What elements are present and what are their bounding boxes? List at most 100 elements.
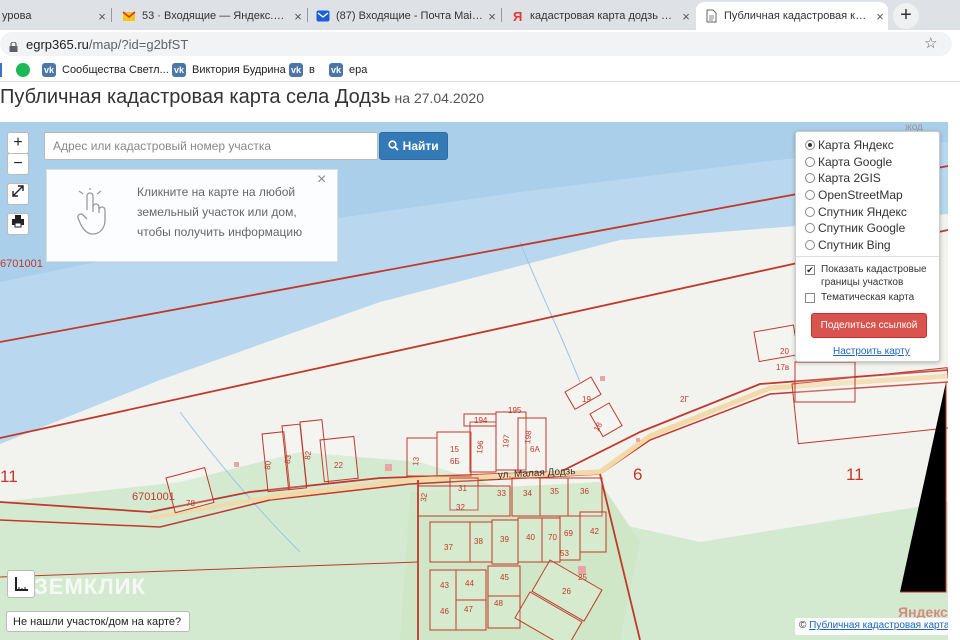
- tab-3-close-icon[interactable]: ×: [484, 9, 500, 24]
- search-input[interactable]: Адрес или кадастровый номер участка: [44, 132, 378, 160]
- radio-selected[interactable]: [805, 140, 815, 150]
- parcel-label: 2Г: [680, 395, 689, 404]
- parcel-label: 31: [458, 484, 467, 493]
- tab-2[interactable]: 53 · Входящие — Яндекс.Почта ×: [114, 2, 306, 30]
- layer-option[interactable]: OpenStreetMap: [805, 187, 903, 203]
- not-found-button[interactable]: Не нашли участок/дом на карте?: [6, 611, 190, 632]
- parcel-label: 46: [440, 607, 449, 616]
- checkbox-checked[interactable]: ✔: [805, 265, 815, 275]
- radio[interactable]: [805, 157, 815, 167]
- print-button[interactable]: [7, 213, 29, 235]
- layer-option[interactable]: Карта 2GIS: [805, 170, 881, 186]
- cadastral-map[interactable]: 6701001 6701001 11 6 11 80 83 82 22 13 1…: [0, 122, 948, 640]
- parcel-label: 39: [500, 535, 509, 544]
- url-path: /map/?id=g2bfST: [88, 37, 189, 52]
- bookmark-4[interactable]: vk в: [289, 63, 315, 77]
- tab-3[interactable]: (87) Входящие - Почта Mail.ru ×: [308, 2, 500, 30]
- page-title: Публичная кадастровая карта села Додзь на…: [0, 86, 484, 109]
- parcel-label: 195: [508, 406, 522, 415]
- parcel-label: 37: [444, 543, 453, 552]
- bookmark-3[interactable]: vk Виктория Будрина: [172, 63, 286, 77]
- panel-divider: [796, 256, 939, 257]
- parcel-label: 6А: [530, 445, 540, 454]
- layer-option[interactable]: Спутник Bing: [805, 237, 891, 253]
- vk-icon: vk: [329, 63, 343, 77]
- ruler-icon: [15, 577, 28, 591]
- zoom-out-button[interactable]: −: [7, 153, 29, 175]
- bookmark-2[interactable]: vk Сообщества Светл...: [42, 63, 169, 77]
- bookmark-star-icon[interactable]: ☆: [924, 34, 937, 52]
- layer-option-label: Карта Google: [818, 155, 893, 169]
- radio[interactable]: [805, 173, 815, 183]
- yandex-mail-icon: [122, 9, 136, 23]
- configure-map-link[interactable]: Настроить карту: [833, 346, 910, 357]
- find-button[interactable]: Найти: [379, 132, 448, 160]
- tab-4-close-icon[interactable]: ×: [678, 9, 694, 24]
- url-text: egrp365.ru/map/?id=g2bfST: [26, 37, 188, 52]
- parcel-label: 15: [450, 445, 459, 454]
- radio[interactable]: [805, 190, 815, 200]
- quarter-label: 6701001: [132, 491, 175, 503]
- radio[interactable]: [805, 240, 815, 250]
- zoom-in-button[interactable]: +: [7, 132, 29, 154]
- find-button-label: Найти: [402, 139, 439, 153]
- bookmark-1[interactable]: [16, 63, 36, 77]
- page-title-text: Публичная кадастровая карта села Додзь: [0, 86, 391, 108]
- layer-option-label: Спутник Яндекс: [818, 205, 907, 219]
- bookmark-partial-icon: [0, 63, 2, 77]
- tab-5-active[interactable]: Публичная кадастровая карта ×: [696, 2, 888, 30]
- vk-icon: vk: [42, 63, 56, 77]
- parcel-label: 34: [523, 489, 532, 498]
- parcel-label: 40: [526, 533, 535, 542]
- layer-option-label: Карта 2GIS: [818, 171, 881, 185]
- map-layers-panel: Карта Яндекс Карта Google Карта 2GIS Ope…: [795, 131, 940, 362]
- layer-option-label: OpenStreetMap: [818, 188, 903, 202]
- share-link-button[interactable]: Поделиться ссылкой: [811, 313, 927, 338]
- bookmarks-bar: vk Сообщества Светл... vk Виктория Будрина…: [0, 58, 960, 82]
- printer-icon: [12, 215, 24, 228]
- layer-option[interactable]: Карта Google: [805, 154, 892, 170]
- tab-1-title: урова: [2, 10, 32, 22]
- parcel-label: 48: [494, 599, 503, 608]
- quarter-label: 11: [0, 467, 18, 486]
- parcel-label: 13: [411, 456, 421, 466]
- tab-4[interactable]: Я кадастровая карта додзь — Ян ×: [502, 2, 694, 30]
- layer-option[interactable]: Спутник Яндекс: [805, 204, 907, 220]
- show-borders-option[interactable]: ✔ Показать кадастровые границы участков: [805, 263, 933, 289]
- tab-5-close-icon[interactable]: ×: [872, 9, 888, 24]
- search-icon: [388, 140, 399, 151]
- expand-icon: [12, 185, 24, 197]
- omnibox[interactable]: egrp365.ru/map/?id=g2bfST ☆: [0, 32, 952, 56]
- tab-1-close-icon[interactable]: ×: [94, 9, 110, 24]
- hint-close-icon[interactable]: ×: [317, 171, 326, 189]
- show-borders-label: Показать кадастровые границы участков: [821, 264, 927, 288]
- page-date: на 27.04.2020: [394, 90, 485, 106]
- quarter-label: 11: [846, 465, 864, 484]
- checkbox[interactable]: [805, 293, 815, 303]
- layer-option[interactable]: Спутник Google: [805, 220, 905, 236]
- parcel-label: 53: [560, 549, 569, 558]
- fullscreen-button[interactable]: [7, 183, 29, 205]
- parcel-label: 80: [263, 460, 273, 470]
- parcel-label: 47: [464, 605, 473, 614]
- radio[interactable]: [805, 223, 815, 233]
- parcel-label: 6Б: [450, 457, 460, 466]
- radio[interactable]: [805, 207, 815, 217]
- tab-3-title: (87) Входящие - Почта Mail.ru: [336, 10, 484, 22]
- parcel-label: 83: [283, 454, 293, 464]
- ruler-tool-button[interactable]: [7, 570, 35, 598]
- hand-pointer-icon: [73, 188, 113, 243]
- layer-option[interactable]: Карта Яндекс: [805, 137, 894, 153]
- copyright: © Публичная кадастровая карта: [795, 618, 948, 635]
- thematic-map-option[interactable]: Тематическая карта: [805, 291, 914, 304]
- tab-2-close-icon[interactable]: ×: [290, 9, 306, 24]
- parcel-label: 196: [475, 439, 485, 454]
- new-tab-button[interactable]: +: [893, 3, 919, 29]
- bookmark-partial[interactable]: [0, 63, 8, 77]
- parcel-label: 32: [456, 503, 465, 512]
- bookmark-5[interactable]: vk ера: [329, 63, 367, 77]
- parcel-label: 20: [780, 347, 789, 356]
- yandex-icon: Я: [510, 9, 524, 24]
- tab-1[interactable]: урова ×: [0, 2, 110, 30]
- cadastral-map-link[interactable]: Публичная кадастровая карта: [809, 620, 948, 631]
